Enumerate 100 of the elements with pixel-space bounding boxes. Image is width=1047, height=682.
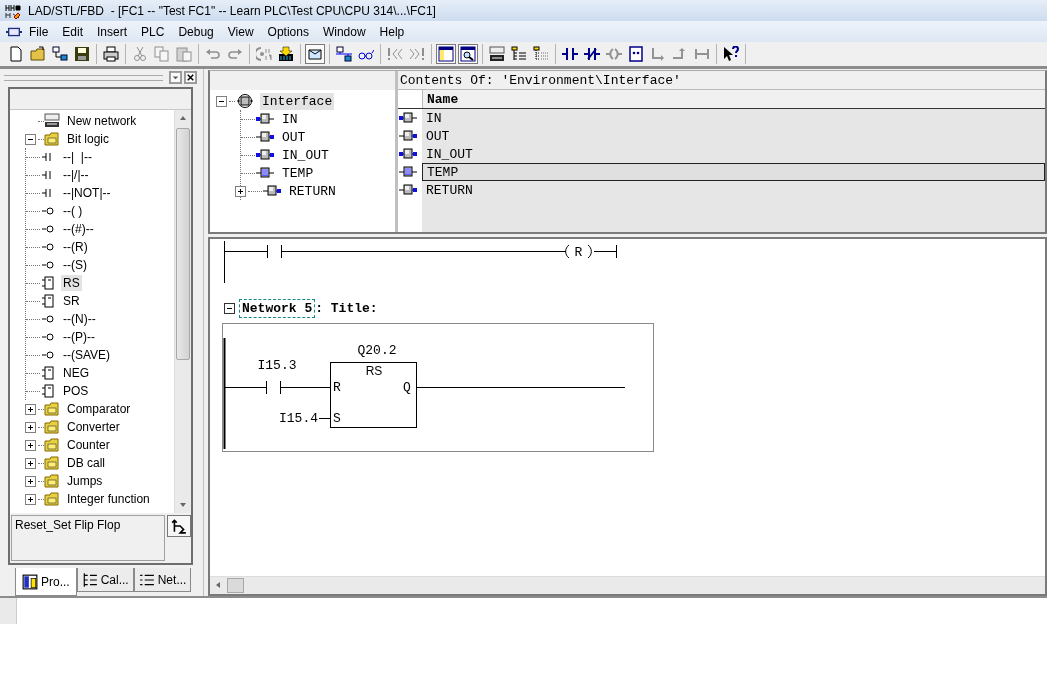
- collapse-icon[interactable]: [224, 302, 235, 314]
- menu-item[interactable]: Edit: [55, 24, 91, 39]
- menu-item[interactable]: File: [22, 24, 56, 39]
- tree-item[interactable]: --(N)--: [61, 311, 98, 327]
- download-icon[interactable]: [278, 46, 294, 62]
- toolbar-button[interactable]: [167, 515, 191, 537]
- function-box-icon: [40, 383, 56, 399]
- block-type-label: RS: [365, 364, 383, 378]
- window-title: LAD/STL/FBD - [FC1 -- "Test FC1" -- Learn PLC\Test CPU\CPU 314\...\FC1]: [28, 3, 436, 18]
- tree-item[interactable]: --(#)--: [61, 221, 96, 237]
- tree-item[interactable]: --(P)--: [61, 329, 97, 345]
- menu-item[interactable]: PLC: [134, 24, 172, 39]
- expand-icon[interactable]: [25, 457, 36, 469]
- expand-icon[interactable]: [25, 421, 36, 433]
- tree-item[interactable]: Interface: [260, 92, 335, 110]
- contact-icon[interactable]: [562, 46, 578, 62]
- tree-item[interactable]: --(S): [61, 257, 89, 273]
- branch-jump-icon: [171, 518, 187, 534]
- parameter-icon: [255, 148, 275, 162]
- parameter-icon: [255, 112, 275, 126]
- table-row[interactable]: RETURN: [422, 181, 1045, 199]
- tree-item[interactable]: DB call: [65, 455, 107, 471]
- help-icon[interactable]: [723, 46, 739, 62]
- save-icon[interactable]: [74, 46, 90, 62]
- tree-item[interactable]: New network: [65, 113, 139, 129]
- contact-symbol: [266, 380, 281, 395]
- expand-icon[interactable]: [25, 439, 36, 451]
- network-nodes-icon[interactable]: [52, 46, 68, 62]
- network-comment: : Title:: [315, 300, 378, 316]
- tree-item[interactable]: --( ): [61, 203, 85, 219]
- folder-icon: [44, 401, 60, 417]
- interface-icon: [235, 94, 255, 108]
- network-title[interactable]: Network 5: [239, 298, 316, 318]
- tree-item[interactable]: RETURN: [287, 182, 338, 200]
- tree-item[interactable]: IN_OUT: [280, 146, 331, 164]
- operand-label: I15.3: [257, 358, 297, 373]
- collapse-icon[interactable]: [216, 95, 227, 107]
- tree-item[interactable]: RS: [61, 275, 82, 291]
- table-row[interactable]: IN_OUT: [422, 145, 1045, 163]
- tree-item[interactable]: Comparator: [65, 401, 133, 417]
- expand-icon[interactable]: [25, 493, 36, 505]
- pin-label: Q: [403, 380, 411, 395]
- network-icon[interactable]: [336, 46, 352, 62]
- horizontal-scrollbar[interactable]: [210, 576, 1045, 594]
- temp-parameter-icon: [255, 166, 275, 180]
- menu-item[interactable]: Debug: [171, 24, 221, 39]
- folder-icon: [44, 437, 60, 453]
- panel-tab[interactable]: Cal...: [76, 568, 134, 592]
- column-header[interactable]: Name: [423, 90, 1045, 108]
- tree-icon[interactable]: [533, 46, 549, 62]
- tree-item[interactable]: --|/|--: [61, 167, 91, 183]
- tree-item[interactable]: --|NOT|--: [61, 185, 113, 201]
- closed-contact-icon[interactable]: [584, 46, 600, 62]
- tree-item[interactable]: POS: [61, 383, 91, 399]
- expand-icon[interactable]: [235, 185, 246, 197]
- tree-item[interactable]: SR: [61, 293, 82, 309]
- tree-item[interactable]: --(R): [61, 239, 90, 255]
- dropdown-icon[interactable]: [169, 71, 182, 84]
- function-box-icon[interactable]: [628, 46, 644, 62]
- operand-label: Q20.2: [357, 343, 397, 358]
- ladder-network-icon: [44, 113, 60, 129]
- contact-symbol: [267, 244, 282, 259]
- tree-item[interactable]: OUT: [280, 128, 308, 146]
- expand-icon[interactable]: [25, 403, 36, 415]
- expand-icon[interactable]: [25, 475, 36, 487]
- folder-icon: [44, 455, 60, 471]
- tree-item[interactable]: Jumps: [65, 473, 105, 489]
- tree-item[interactable]: IN: [280, 110, 300, 128]
- menu-item[interactable]: Window: [315, 24, 373, 39]
- printer-icon[interactable]: [103, 46, 119, 62]
- panel-tab[interactable]: Net...: [133, 568, 192, 592]
- tree-item[interactable]: Converter: [65, 419, 122, 435]
- menu-item[interactable]: Help: [372, 24, 412, 39]
- tree-item[interactable]: --| |--: [61, 149, 94, 165]
- parameter-icon: [255, 130, 275, 144]
- parameter-icon: [262, 184, 282, 198]
- description-text: Reset_Set Flip Flop: [11, 515, 165, 561]
- folder-icon: [44, 473, 60, 489]
- tree-item[interactable]: TEMP: [280, 164, 316, 182]
- tree-item[interactable]: NEG: [61, 365, 91, 381]
- collapse-icon[interactable]: [25, 133, 36, 145]
- table-row[interactable]: TEMP: [422, 163, 1045, 181]
- tree-item[interactable]: Counter: [65, 437, 112, 453]
- menu-item[interactable]: Options: [260, 24, 316, 39]
- function-box-icon: [40, 293, 56, 309]
- menu-item[interactable]: Insert: [90, 24, 135, 39]
- tree-item[interactable]: --(SAVE): [61, 347, 113, 363]
- ladder-network-icon[interactable]: [489, 46, 505, 62]
- scroll-thumb[interactable]: [227, 578, 244, 593]
- folder-icon[interactable]: [30, 46, 46, 62]
- menu-item[interactable]: View: [220, 24, 261, 39]
- close-icon[interactable]: [184, 71, 197, 84]
- tree-item[interactable]: Bit logic: [65, 131, 112, 147]
- panel-tab[interactable]: Pro...: [15, 568, 77, 596]
- table-row[interactable]: IN: [422, 109, 1045, 127]
- tree-icon[interactable]: [511, 46, 527, 62]
- app-icon: [5, 2, 21, 19]
- table-row[interactable]: OUT: [422, 127, 1045, 145]
- new-document-icon[interactable]: [8, 46, 24, 62]
- tree-item[interactable]: Integer function: [65, 491, 152, 507]
